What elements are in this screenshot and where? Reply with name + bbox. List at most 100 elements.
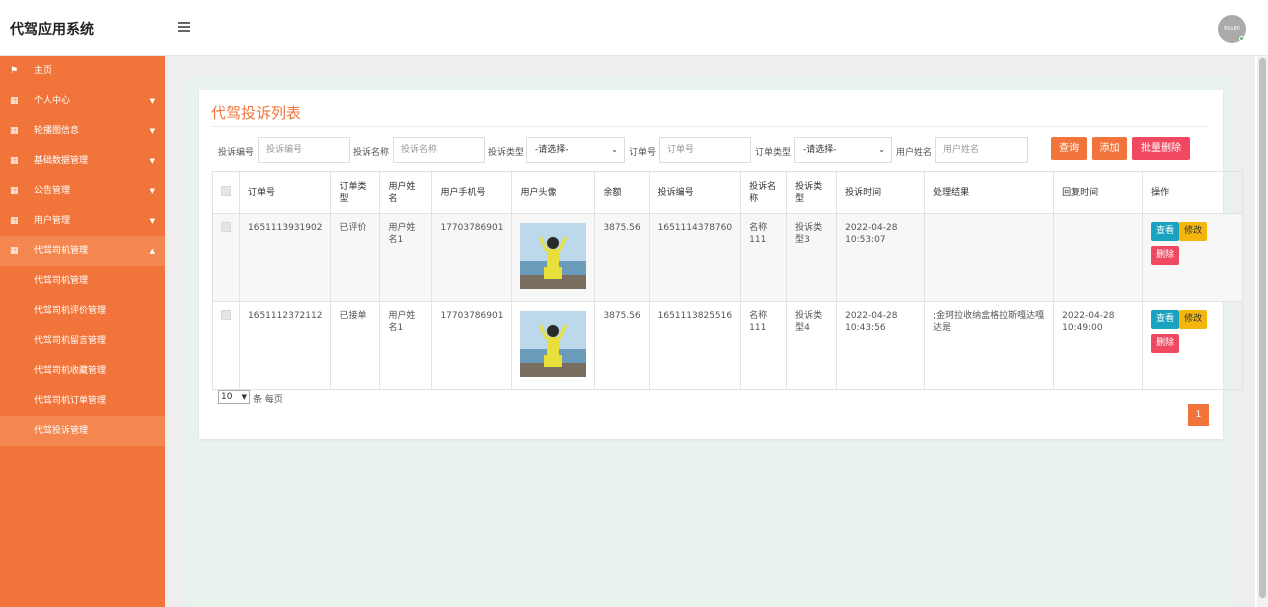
sidebar-item-label: 代驾司机管理 bbox=[34, 246, 89, 256]
col-header[interactable]: 投诉时间 bbox=[836, 171, 926, 214]
table-row: 1651113931902 已评价 用户姓名1 17703786901 3875… bbox=[212, 213, 1244, 302]
sidebar-item-home[interactable]: ⚑ 主页 bbox=[0, 56, 165, 86]
page-button-1[interactable]: 1 bbox=[1188, 404, 1209, 426]
page-scrollbar[interactable] bbox=[1257, 56, 1268, 607]
grid-icon: ▦ bbox=[10, 156, 19, 166]
complaint-type-select[interactable]: -请选择- ⌄ bbox=[526, 137, 625, 163]
balance-cell: 3875.56 bbox=[594, 301, 650, 390]
complaint-type-cell: 投诉类型4 bbox=[786, 301, 838, 390]
grid-icon: ▦ bbox=[10, 126, 19, 136]
complaint-name-input[interactable]: 投诉名称 bbox=[393, 137, 485, 163]
select-all-checkbox[interactable] bbox=[221, 185, 231, 196]
col-header[interactable]: 处理结果 bbox=[924, 171, 1055, 214]
order-type-cell: 已接单 bbox=[330, 301, 381, 390]
sidebar-subitem-driver-favorite[interactable]: 代驾司机收藏管理 bbox=[0, 356, 165, 386]
order-type-label: 订单类型 bbox=[755, 148, 792, 158]
complaint-no-cell: 1651113825516 bbox=[648, 301, 742, 390]
view-button[interactable]: 查看 bbox=[1151, 222, 1180, 241]
order-type-cell: 已评价 bbox=[330, 213, 381, 302]
result-cell bbox=[924, 213, 1055, 302]
order-no-cell: 1651113931902 bbox=[238, 213, 332, 302]
chevron-down-icon: ⌄ bbox=[611, 145, 618, 154]
grid-icon: ▦ bbox=[10, 216, 19, 226]
user-photo bbox=[520, 311, 587, 377]
edit-button[interactable]: 修改 bbox=[1179, 310, 1208, 329]
page-size-select[interactable]: 10 ▼ bbox=[218, 390, 250, 404]
sidebar-subitem-driver-review[interactable]: 代驾司机评价管理 bbox=[0, 296, 165, 326]
chevron-down-icon: ▼ bbox=[149, 217, 155, 225]
complaint-time-cell: 2022-04-28 10:53:07 bbox=[836, 213, 926, 302]
sidebar-item-basic-data[interactable]: ▦ 基础数据管理 ▼ bbox=[0, 146, 165, 176]
order-type-value: -请选择- bbox=[803, 145, 837, 155]
col-header[interactable]: 用户手机号 bbox=[431, 171, 513, 214]
sidebar-item-drivers[interactable]: ▦ 代驾司机管理 ▲ bbox=[0, 236, 165, 266]
user-name-input[interactable]: 用户姓名 bbox=[935, 137, 1028, 163]
order-no-input[interactable]: 订单号 bbox=[659, 137, 751, 163]
col-header[interactable]: 用户姓名 bbox=[379, 171, 433, 214]
sidebar-item-label: 用户管理 bbox=[34, 216, 71, 226]
view-button[interactable]: 查看 bbox=[1151, 310, 1180, 329]
complaint-no-input[interactable]: 投诉编号 bbox=[258, 137, 350, 163]
user-name-cell: 用户姓名1 bbox=[379, 213, 433, 302]
search-bar: 投诉编号 投诉编号 投诉名称 投诉名称 投诉类型 -请选择- ⌄ 订单号 订单号… bbox=[199, 137, 1223, 163]
table-row: 1651112372112 已接单 用户姓名1 17703786901 3875… bbox=[212, 301, 1244, 390]
complaint-time-cell: 2022-04-28 10:43:56 bbox=[836, 301, 926, 390]
per-page-label: 条 每页 bbox=[253, 395, 283, 405]
chevron-down-icon: ▼ bbox=[149, 97, 155, 105]
col-header: 操作 bbox=[1142, 171, 1244, 214]
order-type-select[interactable]: -请选择- ⌄ bbox=[794, 137, 892, 163]
actions-cell: 查看 修改 删除 bbox=[1142, 213, 1244, 302]
col-header[interactable]: 回复时间 bbox=[1053, 171, 1144, 214]
order-no-cell: 1651112372112 bbox=[238, 301, 332, 390]
row-select-cell bbox=[212, 213, 240, 302]
sidebar-item-users[interactable]: ▦ 用户管理 ▼ bbox=[0, 206, 165, 236]
user-photo bbox=[520, 223, 587, 289]
col-header[interactable]: 投诉类型 bbox=[786, 171, 838, 214]
result-cell: ;金珂拉收纳盒格拉斯嘎达嘎达是 bbox=[924, 301, 1055, 390]
sidebar-subitem-driver-order[interactable]: 代驾司机订单管理 bbox=[0, 386, 165, 416]
chevron-down-icon: ▼ bbox=[241, 393, 247, 401]
avatar-cell bbox=[511, 301, 596, 390]
edit-button[interactable]: 修改 bbox=[1179, 222, 1208, 241]
batch-delete-button[interactable]: 批量删除 bbox=[1132, 137, 1190, 160]
avatar[interactable]: 80x80 bbox=[1218, 15, 1246, 43]
sidebar: ⚑ 主页 ▦ 个人中心 ▼ ▦ 轮播图信息 ▼ ▦ 基础数据管理 ▼ ▦ 公告管… bbox=[0, 56, 165, 607]
page-title: 代驾投诉列表 bbox=[211, 104, 302, 122]
chevron-down-icon: ▼ bbox=[149, 127, 155, 135]
complaint-name-cell: 名称111 bbox=[740, 213, 788, 302]
delete-button[interactable]: 删除 bbox=[1151, 334, 1180, 353]
col-header[interactable]: 订单类型 bbox=[330, 171, 381, 214]
chevron-down-icon: ⌄ bbox=[878, 145, 885, 154]
order-no-label: 订单号 bbox=[629, 148, 657, 158]
chevron-down-icon: ▼ bbox=[149, 187, 155, 195]
complaint-type-value: -请选择- bbox=[535, 145, 569, 155]
sidebar-subitem-driver-manage[interactable]: 代驾司机管理 bbox=[0, 266, 165, 296]
avatar-cell bbox=[511, 213, 596, 302]
avatar-text: 80x80 bbox=[1224, 26, 1240, 32]
col-header[interactable]: 投诉编号 bbox=[648, 171, 742, 214]
row-checkbox[interactable] bbox=[221, 310, 231, 320]
col-header[interactable]: 订单号 bbox=[238, 171, 332, 214]
menu-toggle-icon[interactable] bbox=[178, 22, 190, 32]
col-header[interactable]: 余额 bbox=[594, 171, 650, 214]
delete-button[interactable]: 删除 bbox=[1151, 246, 1180, 265]
sidebar-subitem-driver-message[interactable]: 代驾司机留言管理 bbox=[0, 326, 165, 356]
row-checkbox[interactable] bbox=[221, 222, 231, 232]
sidebar-item-personal-center[interactable]: ▦ 个人中心 ▼ bbox=[0, 86, 165, 116]
sidebar-subitem-complaint[interactable]: 代驾投诉管理 bbox=[0, 416, 165, 446]
sidebar-item-label: 个人中心 bbox=[34, 96, 71, 106]
add-button[interactable]: 添加 bbox=[1092, 137, 1127, 160]
sidebar-item-notice[interactable]: ▦ 公告管理 ▼ bbox=[0, 176, 165, 206]
phone-cell: 17703786901 bbox=[431, 213, 513, 302]
col-header[interactable]: 投诉名称 bbox=[740, 171, 788, 214]
sidebar-item-carousel[interactable]: ▦ 轮播图信息 ▼ bbox=[0, 116, 165, 146]
reply-time-cell: 2022-04-28 10:49:00 bbox=[1053, 301, 1144, 390]
phone-cell: 17703786901 bbox=[431, 301, 513, 390]
user-name-label: 用户姓名 bbox=[896, 148, 933, 158]
query-button[interactable]: 查询 bbox=[1051, 137, 1087, 160]
complaint-type-label: 投诉类型 bbox=[488, 148, 525, 158]
online-status-icon bbox=[1239, 36, 1244, 41]
grid-icon: ▦ bbox=[10, 96, 19, 106]
scrollbar-thumb[interactable] bbox=[1259, 58, 1266, 598]
col-header[interactable]: 用户头像 bbox=[511, 171, 596, 214]
